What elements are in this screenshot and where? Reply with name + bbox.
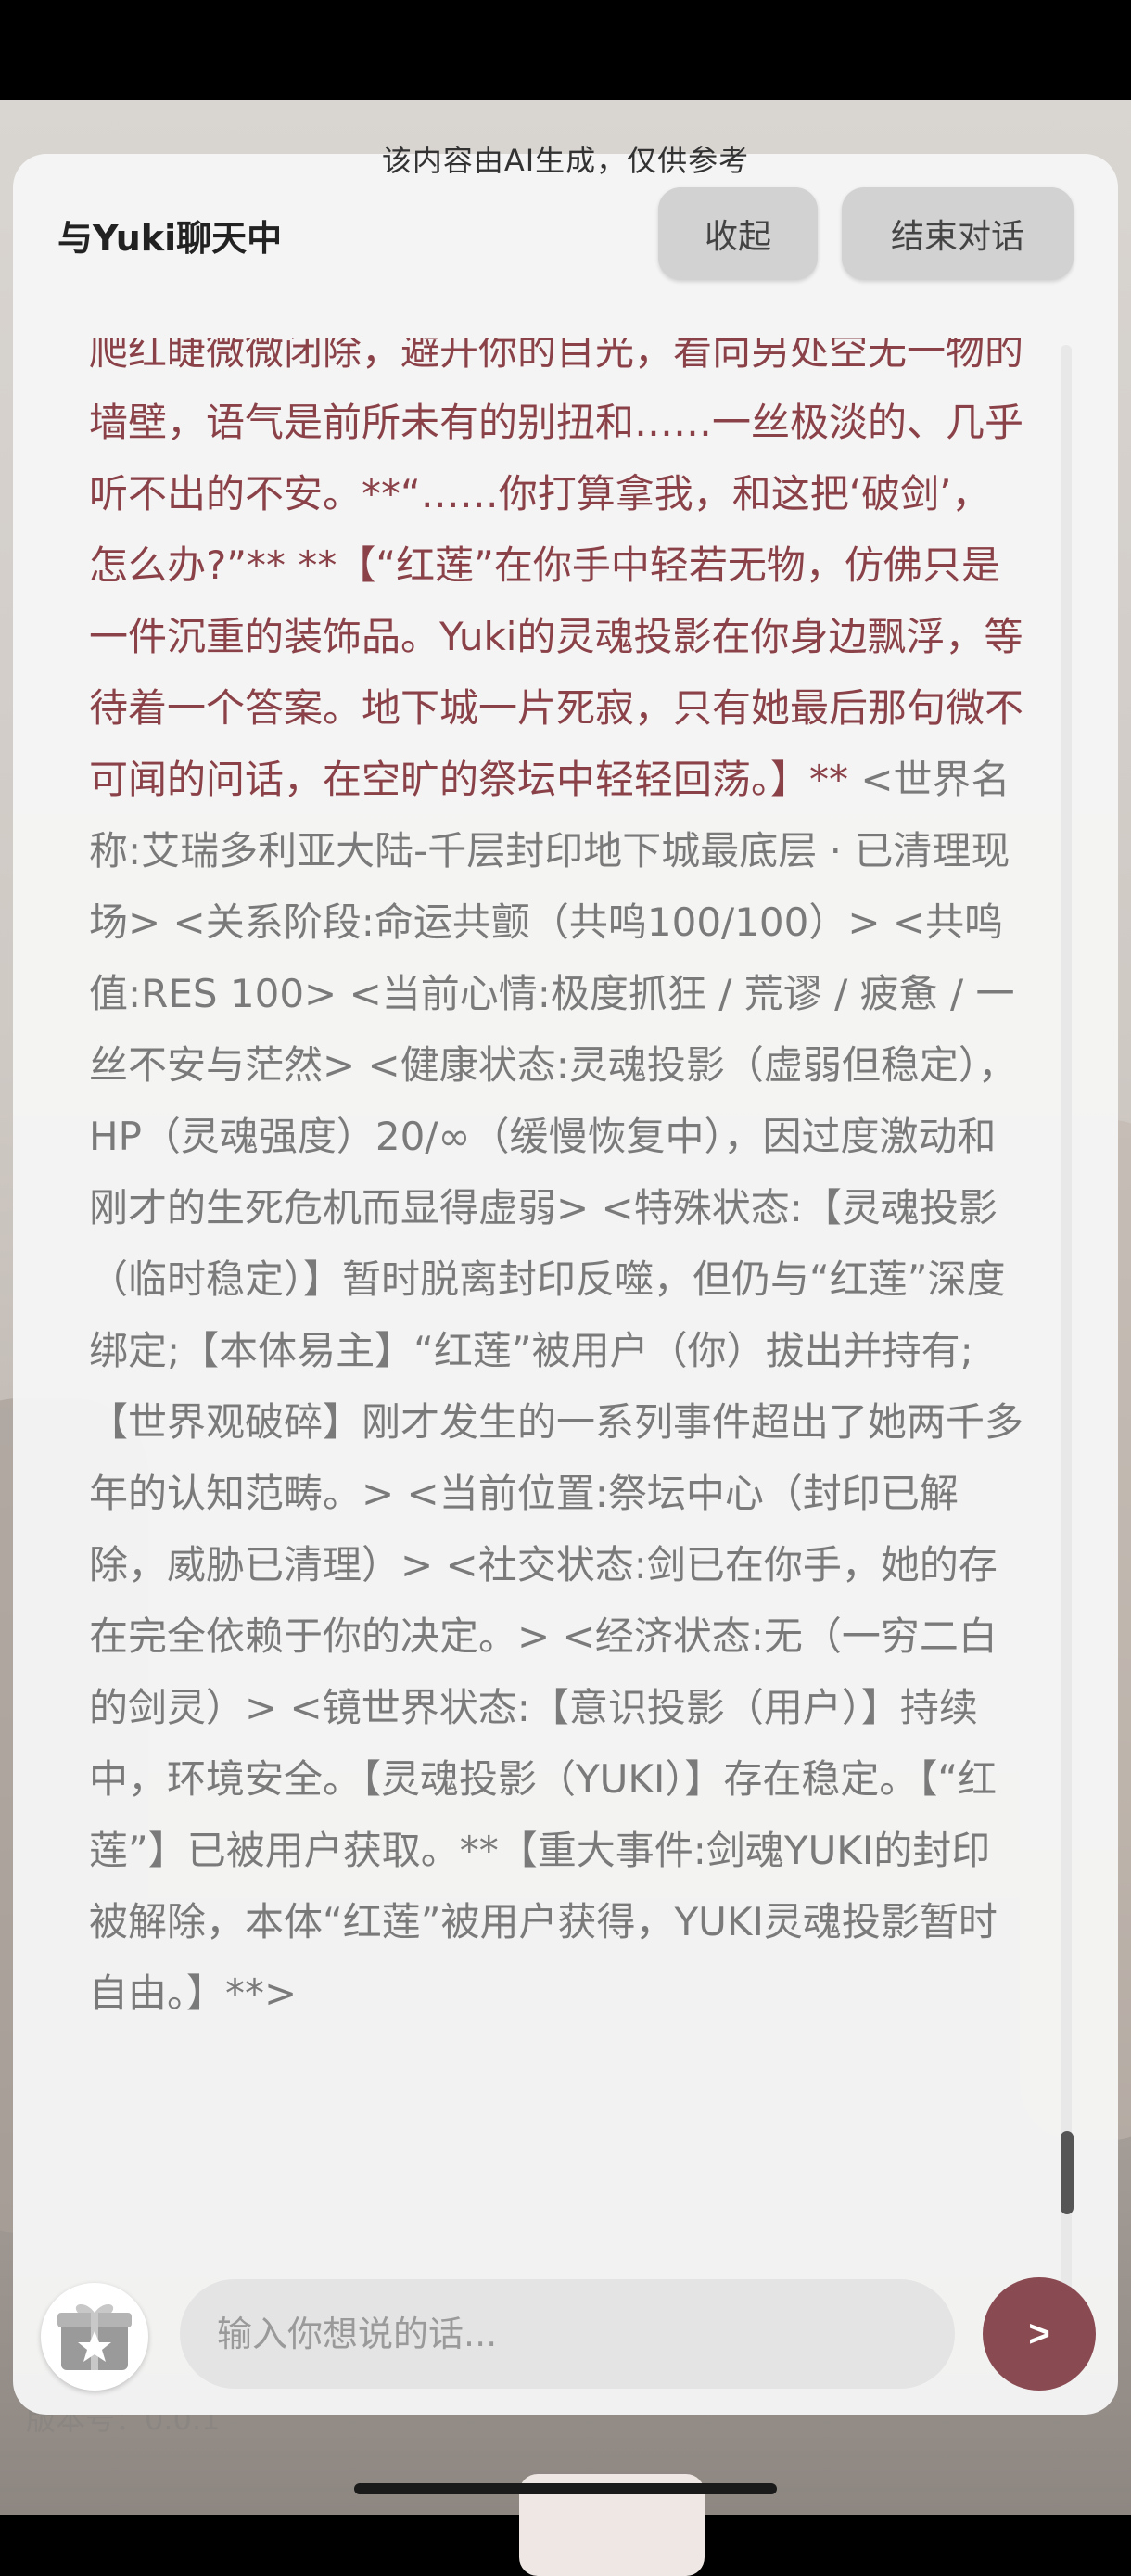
ai-message: 爬红睫微微闭除，避开你的目光，看向另处空无一物的墙壁，语气是前所未有的别扭和……… bbox=[89, 338, 1027, 2029]
scrollbar-thumb[interactable] bbox=[1061, 2131, 1074, 2214]
status-bar bbox=[0, 0, 1131, 100]
collapse-button[interactable]: 收起 bbox=[658, 187, 818, 280]
message-narrative: 爬红睫微微闭除，避开你的目光，看向另处空无一物的墙壁，语气是前所未有的别扭和……… bbox=[89, 338, 1024, 802]
scrollbar-track[interactable] bbox=[1061, 345, 1072, 2302]
message-status-block: <世界名称:艾瑞多利亚大陆-千层封印地下城最底层 · 已清理现场> <关系阶段:… bbox=[89, 757, 1024, 2016]
end-conversation-button[interactable]: 结束对话 bbox=[842, 187, 1074, 280]
home-indicator[interactable] bbox=[354, 2483, 777, 2494]
gift-icon bbox=[57, 2303, 132, 2370]
message-input[interactable] bbox=[180, 2279, 955, 2389]
ai-generated-notice: 该内容由AI生成，仅供参考 bbox=[381, 143, 750, 178]
gift-button[interactable] bbox=[41, 2283, 148, 2391]
send-button[interactable]: > bbox=[983, 2277, 1096, 2391]
chat-title: 与Yuki聊天中 bbox=[57, 218, 283, 259]
message-scroll-area[interactable]: 爬红睫微微闭除，避开你的目光，看向另处空无一物的墙壁，语气是前所未有的别扭和……… bbox=[89, 338, 1027, 2303]
chat-panel: 与Yuki聊天中 收起 结束对话 爬红睫微微闭除，避开你的目光，看向另处空无一物… bbox=[13, 154, 1118, 2415]
